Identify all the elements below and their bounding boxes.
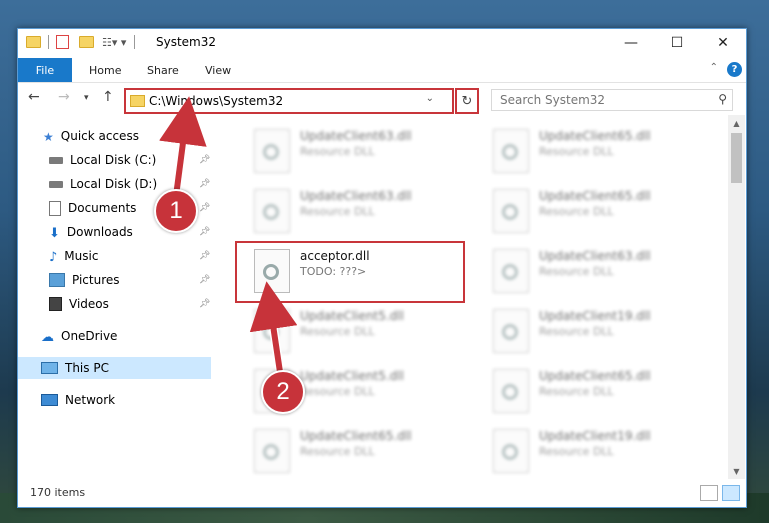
tiles-view-icon[interactable] xyxy=(722,485,740,501)
nav-item-onedrive[interactable]: ☁ OneDrive xyxy=(18,325,211,347)
tab-home[interactable]: Home xyxy=(89,58,121,82)
scrollbar-thumb[interactable] xyxy=(731,133,742,183)
pin-icon[interactable]: 📌︎ xyxy=(199,203,210,213)
scroll-down-icon[interactable]: ▼ xyxy=(728,463,745,479)
search-box[interactable]: ⚲ xyxy=(491,89,733,111)
dll-file-icon xyxy=(254,129,290,173)
tab-view[interactable]: View xyxy=(205,58,231,82)
file-tile[interactable]: UpdateClient65.dll Resource DLL xyxy=(493,185,713,239)
file-tile[interactable]: UpdateClient63.dll Resource DLL xyxy=(493,245,713,299)
pin-icon[interactable]: 📌︎ xyxy=(199,275,210,285)
cloud-icon: ☁ xyxy=(41,330,54,345)
file-tile[interactable]: UpdateClient63.dll Resource DLL xyxy=(254,185,474,239)
documents-icon xyxy=(49,200,61,216)
forward-icon[interactable]: → xyxy=(58,89,70,105)
navigation-pane: ★ Quick access Local Disk (C:) 📌︎ Local … xyxy=(18,115,211,479)
dll-file-icon xyxy=(493,129,529,173)
search-icon[interactable]: ⚲ xyxy=(718,92,727,106)
pin-icon[interactable]: 📌︎ xyxy=(199,251,210,261)
help-icon[interactable]: ? xyxy=(727,62,742,77)
search-input[interactable] xyxy=(498,92,702,108)
collapse-ribbon-icon[interactable]: ⌃ xyxy=(710,62,718,73)
step-badge-1: 1 xyxy=(154,189,198,233)
dll-file-icon xyxy=(254,189,290,233)
status-bar: 170 items xyxy=(18,481,746,505)
close-button[interactable]: ✕ xyxy=(700,29,746,57)
dll-file-icon xyxy=(493,429,529,473)
highlight-box xyxy=(235,241,465,303)
chevron-down-icon[interactable]: ⌄ xyxy=(426,93,434,104)
tab-share[interactable]: Share xyxy=(147,58,179,82)
title-bar: ☷▾ ▾ System32 — ☐ ✕ xyxy=(18,29,746,57)
nav-item-music[interactable]: ♪ Music 📌︎ xyxy=(18,245,211,267)
nav-item-this-pc[interactable]: This PC xyxy=(18,357,211,379)
vertical-scrollbar[interactable]: ▲ ▼ xyxy=(728,115,745,479)
download-icon: ⬇ xyxy=(49,226,60,241)
drive-icon xyxy=(49,180,63,188)
window-title: System32 xyxy=(156,35,217,49)
file-tile[interactable]: UpdateClient19.dll Resource DLL xyxy=(493,305,713,359)
up-icon[interactable]: ↑ xyxy=(102,89,114,105)
scroll-up-icon[interactable]: ▲ xyxy=(728,115,745,131)
file-tile[interactable]: UpdateClient5.dll Resource DLL xyxy=(254,305,474,359)
minimize-button[interactable]: — xyxy=(608,29,654,57)
drive-icon xyxy=(49,156,63,164)
details-view-icon[interactable] xyxy=(700,485,718,501)
tab-file[interactable]: File xyxy=(18,58,72,82)
nav-item-quick-access[interactable]: ★ Quick access xyxy=(18,125,211,147)
address-bar[interactable]: C:\Windows\System32 ⌄ xyxy=(124,88,454,114)
maximize-button[interactable]: ☐ xyxy=(654,29,700,57)
dll-file-icon xyxy=(493,189,529,233)
new-folder-icon[interactable] xyxy=(79,36,94,48)
ribbon: File Home Share View ⌃ ? xyxy=(18,58,746,83)
dll-file-icon xyxy=(254,429,290,473)
file-tile[interactable]: UpdateClient65.dll Resource DLL xyxy=(254,425,474,479)
pin-icon[interactable]: 📌︎ xyxy=(199,179,210,189)
computer-icon xyxy=(41,362,58,374)
item-count: 170 items xyxy=(30,486,86,499)
nav-item-local-disk-c[interactable]: Local Disk (C:) 📌︎ xyxy=(18,149,211,171)
pin-icon[interactable]: 📌︎ xyxy=(199,299,210,309)
dll-file-icon xyxy=(493,249,529,293)
dll-file-icon xyxy=(493,369,529,413)
recent-locations-icon[interactable]: ▾ xyxy=(84,93,89,103)
properties-icon[interactable] xyxy=(56,35,69,49)
customize-toolbar-icon[interactable]: ☷▾ ▾ xyxy=(102,36,126,49)
file-tile[interactable]: UpdateClient65.dll Resource DLL xyxy=(493,125,713,179)
folder-icon xyxy=(26,36,41,48)
file-tile[interactable]: UpdateClient19.dll Resource DLL xyxy=(493,425,713,479)
videos-icon xyxy=(49,297,62,311)
navigation-bar: ← → ▾ ↑ C:\Windows\System32 ⌄ ↻ ⚲ xyxy=(18,83,746,115)
star-icon: ★ xyxy=(43,130,54,144)
address-path: C:\Windows\System32 xyxy=(149,94,284,108)
music-icon: ♪ xyxy=(49,250,58,265)
back-icon[interactable]: ← xyxy=(28,89,40,105)
pictures-icon xyxy=(49,273,65,287)
nav-item-network[interactable]: Network xyxy=(18,389,211,411)
step-badge-2: 2 xyxy=(261,370,305,414)
file-tile[interactable]: UpdateClient63.dll Resource DLL xyxy=(254,125,474,179)
pin-icon[interactable]: 📌︎ xyxy=(199,227,210,237)
network-icon xyxy=(41,394,58,406)
folder-icon xyxy=(130,95,145,107)
dll-file-icon xyxy=(254,309,290,353)
dll-file-icon xyxy=(493,309,529,353)
file-tile[interactable]: UpdateClient65.dll Resource DLL xyxy=(493,365,713,419)
nav-item-videos[interactable]: Videos 📌︎ xyxy=(18,293,211,315)
refresh-icon[interactable]: ↻ xyxy=(455,88,479,114)
pin-icon[interactable]: 📌︎ xyxy=(199,155,210,165)
nav-item-pictures[interactable]: Pictures 📌︎ xyxy=(18,269,211,291)
